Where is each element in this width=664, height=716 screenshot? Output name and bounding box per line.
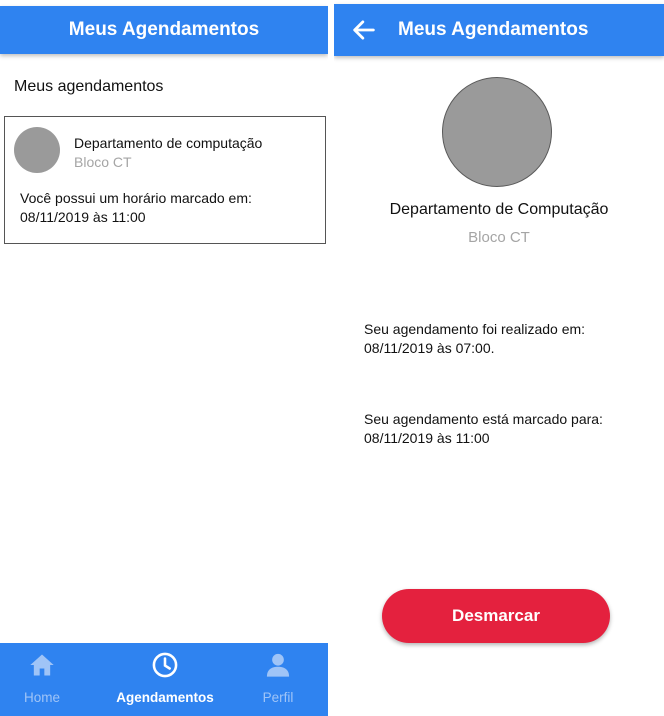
nav-item-agendamentos[interactable]: Agendamentos (100, 643, 230, 716)
appointment-message-line: Você possui um horário marcado em: (20, 190, 252, 206)
nav-label-agendamentos: Agendamentos (116, 690, 214, 705)
appointments-list-screen: Meus Agendamentos Meus agendamentos Depa… (0, 0, 328, 716)
scheduled-info: Seu agendamento está marcado para: 08/11… (364, 410, 659, 448)
bottom-navigation: Home Agendamentos Perfil (0, 643, 328, 716)
cancel-appointment-button[interactable]: Desmarcar (382, 589, 610, 643)
scheduled-date: 08/11/2019 às 11:00 (364, 430, 490, 446)
person-icon (266, 653, 290, 677)
scheduled-label: Seu agendamento está marcado para: (364, 411, 603, 427)
app-bar-title: Meus Agendamentos (68, 19, 260, 40)
nav-label-perfil: Perfil (262, 690, 294, 705)
appointment-date: 08/11/2019 às 11:00 (20, 209, 146, 225)
section-title: Meus agendamentos (14, 78, 164, 95)
app-bar: Meus Agendamentos (0, 6, 328, 54)
created-info: Seu agendamento foi realizado em: 08/11/… (364, 320, 659, 358)
avatar (14, 127, 60, 173)
avatar (442, 77, 552, 187)
appointment-card[interactable]: Departamento de computação Bloco CT Você… (4, 116, 326, 244)
appointment-message: Você possui um horário marcado em: 08/11… (20, 189, 320, 227)
created-label: Seu agendamento foi realizado em: (364, 321, 586, 337)
arrow-left-icon[interactable] (350, 16, 378, 44)
department-block: Bloco CT (468, 229, 530, 246)
nav-label-home: Home (23, 690, 60, 705)
home-icon (30, 654, 54, 676)
clock-icon (152, 652, 178, 678)
nav-item-home[interactable]: Home (12, 643, 72, 716)
appointment-detail-screen: Meus Agendamentos Departamento de Comput… (334, 0, 664, 716)
app-bar-title: Meus Agendamentos (398, 19, 589, 40)
department-name: Departamento de computação (74, 135, 263, 151)
app-bar: Meus Agendamentos (334, 4, 664, 56)
created-date: 08/11/2019 às 07:00. (364, 340, 495, 356)
department-name: Departamento de Computação (389, 201, 609, 218)
department-block: Bloco CT (74, 154, 132, 170)
nav-item-perfil[interactable]: Perfil (248, 643, 308, 716)
